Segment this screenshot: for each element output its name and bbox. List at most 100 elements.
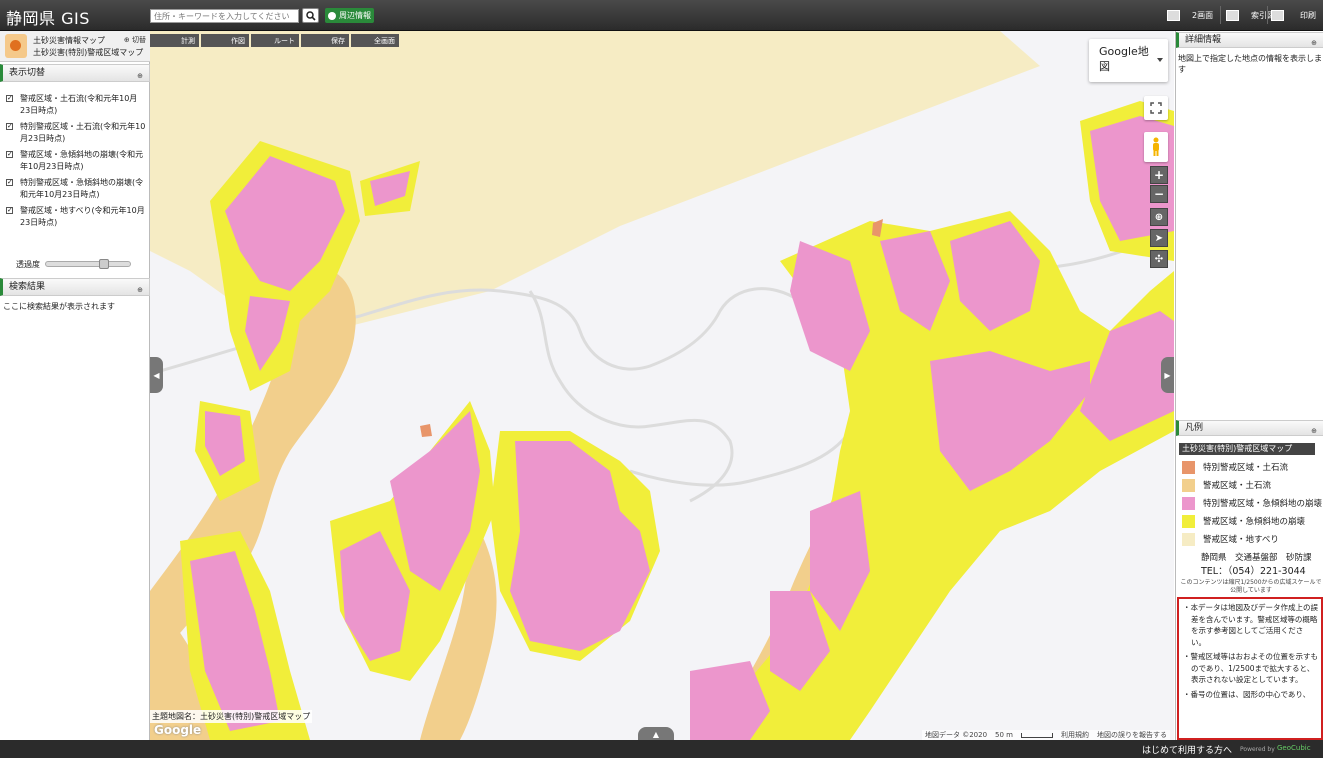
layer-checkbox[interactable]: ✓ xyxy=(6,207,13,214)
map-attribution: 地図データ ©2020 50 m 利用規約 地図の誤りを報告する xyxy=(922,730,1170,740)
search-icon xyxy=(305,10,316,21)
expand-bottom-panel-tab[interactable]: ▲ xyxy=(638,727,674,740)
legend-swatch xyxy=(1182,496,1195,510)
disclaimer-item: ・番号の位置は、図形の中心であり、 xyxy=(1183,689,1311,699)
layer-item[interactable]: ✓ 警戒区域・地すべり(令和元年10月23日時点) xyxy=(6,205,146,229)
search-results-title: 検索結果 xyxy=(9,282,46,292)
layer-item[interactable]: ✓ 警戒区域・急傾斜地の崩壊(令和元年10月23日時点) xyxy=(6,149,146,173)
layer-item[interactable]: ✓ 特別警戒区域・土石流(令和元年10月23日時点) xyxy=(6,121,146,145)
disclaimer-box: ・本データは地図及びデータ作成上の誤差を含んでいます。警戒区域等の概略を示す参考… xyxy=(1177,597,1323,740)
measure-label: 計測 xyxy=(181,36,195,45)
print-button[interactable]: 印刷 xyxy=(1271,8,1316,23)
legend-label: 特別警戒区域・土石流 xyxy=(1203,463,1289,473)
legend-label: 警戒区域・急傾斜地の崩壊 xyxy=(1203,517,1306,527)
chevron-right-icon: ▶ xyxy=(1164,370,1171,380)
legend-swatch xyxy=(1182,460,1195,474)
layer-checkbox[interactable]: ✓ xyxy=(6,95,13,102)
plus-icon: + xyxy=(1153,168,1165,182)
display-toggle-header[interactable]: 表示切替 ⊕ xyxy=(0,64,150,82)
detail-info-title: 詳細情報 xyxy=(1185,35,1222,45)
theme-map-label: 主題地図名：土砂災害(特別)警戒区域マップ xyxy=(150,710,313,723)
right-panel: 詳細情報 ⊕ 地図上で指定した地点の情報を表示します 凡例 ⊕ 土砂災害(特別)… xyxy=(1175,31,1323,740)
save-button[interactable]: 保存 xyxy=(301,34,349,47)
search-results-header[interactable]: 検索結果 ⊕ xyxy=(0,278,150,296)
fullscreen-toggle-button[interactable]: 全画面 xyxy=(351,34,399,47)
reset-view-button[interactable]: ✣ xyxy=(1150,250,1168,268)
zoom-area-button[interactable]: ⊕ xyxy=(1150,208,1168,226)
collapse-right-panel-tab[interactable]: ▶ xyxy=(1161,357,1174,393)
minus-icon: − xyxy=(1153,187,1165,201)
magnifier-icon: ⊕ xyxy=(1154,211,1164,223)
geocubic-logo: GeoCubic xyxy=(1277,744,1311,752)
collapse-left-panel-tab[interactable]: ◀ xyxy=(150,357,163,393)
search-input[interactable] xyxy=(150,9,299,23)
layer-label: 警戒区域・土石流(令和元年10月23日時点) xyxy=(20,94,138,115)
expand-icon xyxy=(1150,102,1162,114)
disclaimer-item: ・警戒区域等はおおよその位置を示すものであり、1/2500まで拡大すると、表示さ… xyxy=(1183,652,1318,684)
layer-label: 特別警戒区域・土石流(令和元年10月23日時点) xyxy=(20,122,146,143)
pegman-icon xyxy=(1153,137,1159,156)
report-error-link[interactable]: 地図の誤りを報告する xyxy=(1097,730,1167,740)
map-type-dropdown[interactable]: Google地図 xyxy=(1089,39,1168,82)
pin-icon[interactable]: ⊕ xyxy=(1311,424,1317,438)
scale-bar xyxy=(1021,732,1053,738)
legend-label: 警戒区域・地すべり xyxy=(1203,535,1279,545)
legend-map-name: 土砂災害(特別)警戒区域マップ xyxy=(1179,443,1315,455)
map-canvas[interactable]: 計測 作図 ルート 保存 全画面 Google地図 + − ⊕ ➤ ✣ ◀ ▶ … xyxy=(150,31,1174,740)
print-label: 印刷 xyxy=(1300,11,1316,20)
legend-item: 特別警戒区域・土石流 xyxy=(1182,459,1323,475)
current-location-button[interactable]: ➤ xyxy=(1150,229,1168,247)
layer-label: 警戒区域・地すべり(令和元年10月23日時点) xyxy=(20,206,145,227)
map-title: 土砂災害情報マップ xyxy=(33,36,105,45)
fullscreen-label: 全画面 xyxy=(374,36,395,45)
pin-icon[interactable]: ⊕ xyxy=(137,68,143,84)
layer-checkbox[interactable]: ✓ xyxy=(6,151,13,158)
street-view-pegman[interactable] xyxy=(1144,132,1168,162)
detail-info-header[interactable]: 詳細情報 ⊕ xyxy=(1176,32,1323,48)
pin-icon[interactable]: ⊕ xyxy=(1311,36,1317,50)
legend-swatch xyxy=(1182,532,1195,546)
caret-down-icon xyxy=(1157,58,1163,62)
index-map-icon xyxy=(1226,10,1239,21)
hazard-map-logo-icon xyxy=(5,34,27,58)
detail-info-text: 地図上で指定した地点の情報を表示します xyxy=(1178,54,1322,74)
layer-checkbox[interactable]: ✓ xyxy=(6,123,13,130)
layer-item[interactable]: ✓ 警戒区域・土石流(令和元年10月23日時点) xyxy=(6,93,146,117)
two-screen-button[interactable]: 2画面 xyxy=(1167,8,1213,23)
fullscreen-map-button[interactable] xyxy=(1144,96,1168,120)
footer-bar: はじめて利用する方へ Powered by GeoCubic xyxy=(0,740,1323,758)
map-subtitle: 土砂災害(特別)警戒区域マップ xyxy=(33,48,144,57)
search-results-text: ここに検索結果が表示されます xyxy=(3,302,115,311)
switch-map-button[interactable]: ⊕ 切替 xyxy=(124,35,146,45)
save-label: 保存 xyxy=(331,36,345,45)
opacity-slider-handle[interactable] xyxy=(99,259,110,269)
layer-checkbox[interactable]: ✓ xyxy=(6,179,13,186)
search-button[interactable] xyxy=(302,8,319,23)
print-icon xyxy=(1271,10,1284,21)
zoom-in-button[interactable]: + xyxy=(1150,166,1168,184)
terms-link[interactable]: 利用規約 xyxy=(1061,730,1089,740)
first-use-link[interactable]: はじめて利用する方へ xyxy=(1142,743,1232,756)
powered-by-label: Powered by xyxy=(1240,746,1275,753)
attribution-text: 地図データ ©2020 xyxy=(925,731,988,739)
measure-button[interactable]: 計測 xyxy=(150,34,199,47)
layer-item[interactable]: ✓ 特別警戒区域・急傾斜地の崩壊(令和元年10月23日時点) xyxy=(6,177,146,201)
map-toolbar: 計測 作図 ルート 保存 全画面 xyxy=(150,34,399,47)
opacity-slider[interactable] xyxy=(45,259,131,269)
toolbar-divider xyxy=(1267,6,1268,24)
route-button[interactable]: ルート xyxy=(251,34,299,47)
zoom-out-button[interactable]: − xyxy=(1150,185,1168,203)
draw-button[interactable]: 作図 xyxy=(201,34,249,47)
route-label: ルート xyxy=(274,36,295,45)
legend-header[interactable]: 凡例 ⊕ xyxy=(1176,420,1323,436)
google-logo: Google xyxy=(154,723,202,737)
opacity-label: 透過度 xyxy=(16,260,40,269)
map-type-label: Google地図 xyxy=(1099,45,1149,73)
legend-swatch xyxy=(1182,514,1195,528)
legend-title-label: 凡例 xyxy=(1185,423,1204,433)
nearby-info-button[interactable]: 周辺情報 xyxy=(325,8,374,23)
top-bar: 静岡県 GIS 周辺情報 2画面 索引図 印刷 xyxy=(0,0,1323,31)
pin-icon[interactable]: ⊕ xyxy=(137,282,143,298)
legend-item: 警戒区域・急傾斜地の崩壊 xyxy=(1182,513,1323,529)
toolbar-divider xyxy=(1220,6,1221,24)
